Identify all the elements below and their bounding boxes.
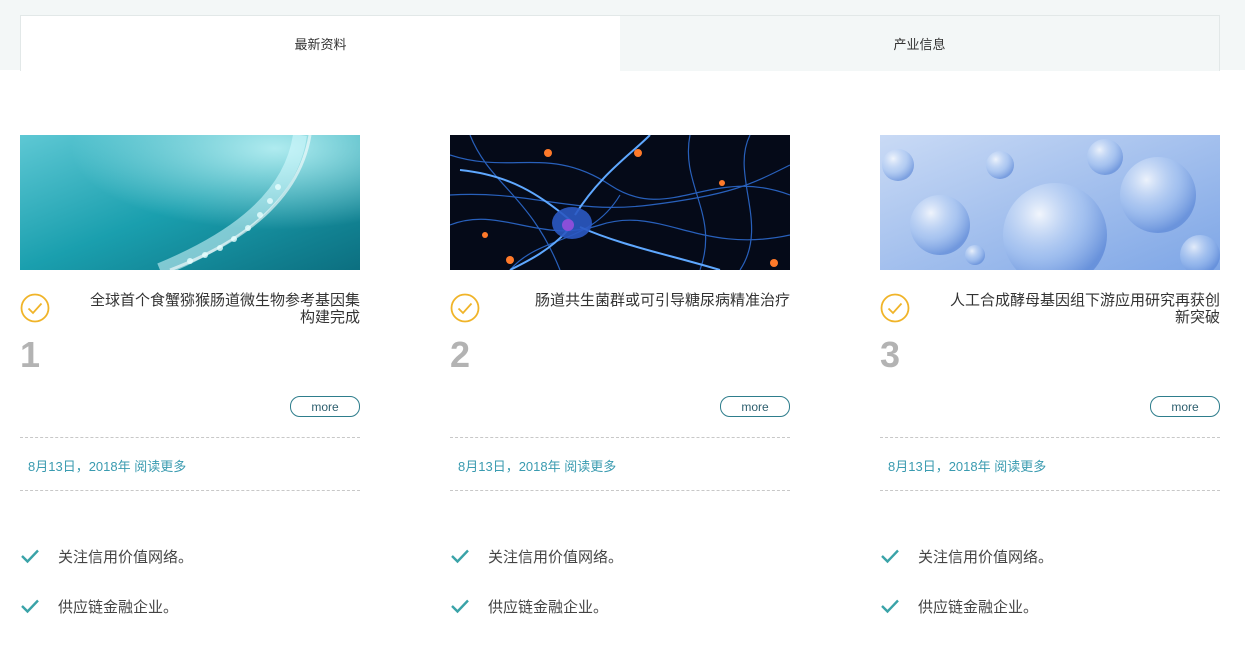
divider [450,437,790,438]
check-circle-icon [880,293,910,323]
check-icon [21,599,39,614]
divider [20,490,360,491]
check-circle-icon [20,293,50,323]
article-card-1: 全球首个食蟹猕猴肠道微生物参考基因集构建完成 1 more 8月13日，2018… [20,135,360,635]
feature-item: 关注信用价值网络。 [20,545,193,567]
feature-item: 关注信用价值网络。 [880,545,1053,567]
top-bar: 最新资料 产业信息 [0,0,1245,71]
feature-text: 供应链金融企业。 [58,598,179,616]
article-meta: 8月13日，2018年 阅读更多 [458,456,616,475]
article-meta: 8月13日，2018年 阅读更多 [888,456,1046,475]
read-more-link[interactable]: 阅读更多 [994,459,1046,474]
feature-item: 关注信用价值网络。 [450,545,623,567]
article-title[interactable]: 肠道共生菌群或可引导糖尿病精准治疗 [518,292,790,309]
check-circle-icon [450,293,480,323]
feature-text: 关注信用价值网络。 [488,548,624,566]
check-icon [21,549,39,564]
feature-item: 供应链金融企业。 [20,595,178,617]
tab-bar: 最新资料 产业信息 [20,15,1220,71]
article-card-3: 人工合成酵母基因组下游应用研究再获创新突破 3 more 8月13日，2018年… [880,135,1220,635]
article-thumbnail[interactable] [450,135,790,270]
more-button[interactable]: more [1150,396,1220,417]
read-more-link[interactable]: 阅读更多 [564,459,616,474]
feature-item: 供应链金融企业。 [450,595,608,617]
feature-text: 供应链金融企业。 [918,598,1039,616]
article-date: 8月13日，2018年 [28,459,131,474]
article-thumbnail[interactable] [880,135,1220,270]
article-title[interactable]: 全球首个食蟹猕猴肠道微生物参考基因集构建完成 [88,292,360,326]
feature-text: 关注信用价值网络。 [58,548,194,566]
check-icon [881,549,899,564]
read-more-link[interactable]: 阅读更多 [134,459,186,474]
divider [450,490,790,491]
check-icon [451,549,469,564]
more-button[interactable]: more [720,396,790,417]
check-icon [451,599,469,614]
check-icon [881,599,899,614]
divider [880,490,1220,491]
feature-item: 供应链金融企业。 [880,595,1038,617]
tab-latest-materials[interactable]: 最新资料 [21,16,620,71]
tab-industry-info[interactable]: 产业信息 [620,16,1219,71]
article-date: 8月13日，2018年 [458,459,561,474]
more-button[interactable]: more [290,396,360,417]
divider [880,437,1220,438]
feature-text: 供应链金融企业。 [488,598,609,616]
article-card-2: 肠道共生菌群或可引导糖尿病精准治疗 2 more 8月13日，2018年 阅读更… [450,135,790,635]
feature-text: 关注信用价值网络。 [918,548,1054,566]
article-meta: 8月13日，2018年 阅读更多 [28,456,186,475]
article-number: 2 [450,334,471,375]
article-date: 8月13日，2018年 [888,459,991,474]
article-title[interactable]: 人工合成酵母基因组下游应用研究再获创新突破 [948,292,1220,326]
divider [20,437,360,438]
article-number: 1 [20,334,41,375]
article-thumbnail[interactable] [20,135,360,270]
article-number: 3 [880,334,901,375]
